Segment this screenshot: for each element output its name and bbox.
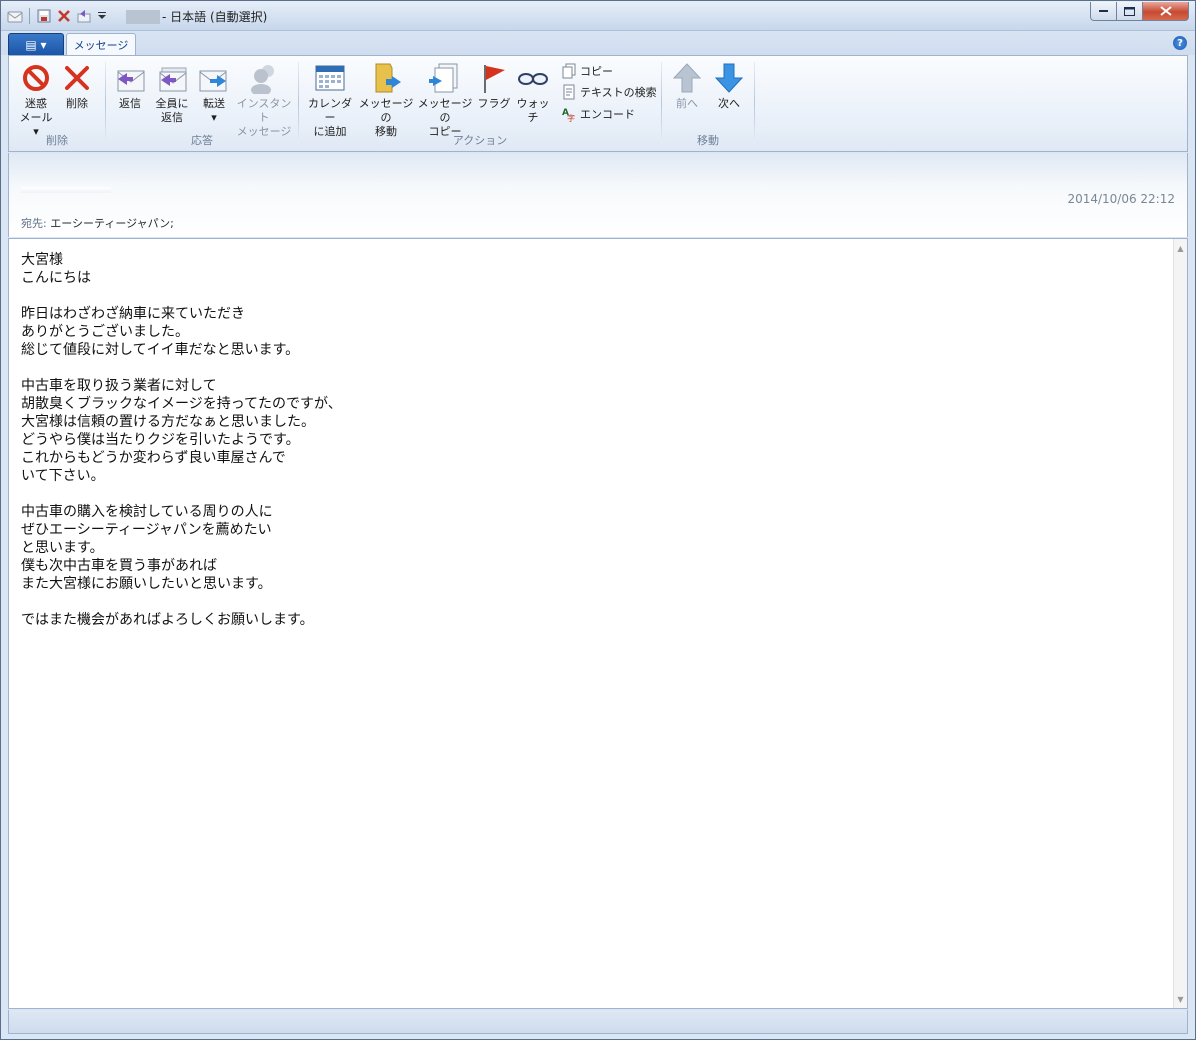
no-entry-icon [20,62,52,94]
red-flag-icon [478,62,510,94]
window-title: - 日本語 (自動選択) [126,8,267,25]
message-date: 2014/10/06 22:12 [1067,192,1175,206]
copy-message-button[interactable]: メッセージの コピー [416,62,474,139]
group-label-actions: アクション [452,134,508,147]
window-controls [1090,2,1189,21]
copy-message-icon [429,62,461,94]
quick-access-toolbar [7,6,112,26]
message-body[interactable]: 大宮様 こんにちは 昨日はわざわざ納車に来ていただき ありがとうございました。 … [8,238,1188,1009]
previous-button[interactable]: 前へ [670,62,704,111]
ribbon: 迷惑 メール ▾ 削除 削除 返信 全員に 返信 転送 ▾ インスタント メッセ… [8,55,1188,152]
encode-button[interactable]: A字 エンコード [561,106,635,122]
instant-message-button[interactable]: インスタント メッセージ [234,62,294,139]
ribbon-tab-strip: ▤ ▾ メッセージ ? [1,31,1195,56]
to-value[interactable]: エーシーティージャパン; [50,217,174,230]
watch-button[interactable]: ウォッチ [513,62,553,125]
group-navigate: 前へ 次へ 移動 [662,56,754,151]
scroll-up-icon[interactable]: ▲ [1174,241,1187,255]
calendar-icon [314,62,346,94]
scroll-down-icon[interactable]: ▼ [1174,992,1187,1006]
copy-icon [561,63,577,79]
glasses-icon [517,62,549,94]
app-menu-glyph: ▤ ▾ [25,37,47,52]
group-actions: カレンダー に追加 メッセージの 移動 メッセージの コピー フラグ ウォッチ … [299,56,661,151]
people-icon [248,62,280,94]
delete-icon[interactable] [56,8,72,24]
message-body-text: 大宮様 こんにちは 昨日はわざわざ納車に来ていただき ありがとうございました。 … [21,252,342,628]
svg-text:字: 字 [567,113,575,122]
group-label-respond: 応答 [191,134,213,147]
reply-envelope-icon [114,62,146,94]
folder-move-icon [370,62,402,94]
add-to-calendar-button[interactable]: カレンダー に追加 [303,62,357,139]
group-label-delete: 削除 [46,134,68,147]
junk-mail-button[interactable]: 迷惑 メール ▾ [15,62,57,139]
delete-button[interactable]: 削除 [59,62,95,111]
reply-all-envelope-icon [156,62,188,94]
help-icon[interactable]: ? [1173,36,1187,50]
document-icon [561,84,577,100]
maximize-button[interactable] [1117,2,1143,21]
copy-button[interactable]: コピー [561,63,613,79]
sender-redacted [21,187,111,193]
recipient-line: 宛先: エーシーティージャパン; [21,215,174,231]
flag-button[interactable]: フラグ [477,62,511,111]
message-header: 2014/10/06 22:12 宛先: エーシーティージャパン; [8,153,1188,237]
mail-app-icon[interactable] [7,8,23,24]
save-icon[interactable] [36,8,52,24]
reply-icon[interactable] [76,8,92,24]
app-menu-button[interactable]: ▤ ▾ [8,33,64,55]
forward-envelope-icon [198,62,230,94]
forward-button[interactable]: 転送 ▾ [196,62,232,125]
move-message-button[interactable]: メッセージの 移動 [357,62,415,139]
window-title-label: - 日本語 (自動選択) [162,10,268,24]
mail-window: - 日本語 (自動選択) ▤ ▾ メッセージ ? 迷惑 メール ▾ 削除 削除 … [0,0,1196,1040]
title-bar: - 日本語 (自動選択) [1,1,1195,31]
status-bar [8,1010,1188,1034]
arrow-down-icon [713,62,745,94]
vertical-scrollbar[interactable]: ▲ ▼ [1173,239,1187,1008]
close-button[interactable] [1143,2,1189,21]
group-respond: 返信 全員に 返信 転送 ▾ インスタント メッセージ 応答 [106,56,298,151]
encode-icon: A字 [561,106,577,122]
tab-message-label: メッセージ [73,39,129,52]
group-label-navigate: 移動 [697,134,719,147]
to-label: 宛先: [21,217,47,230]
chevron-down-icon[interactable] [96,8,112,24]
red-x-icon [61,62,93,94]
reply-button[interactable]: 返信 [112,62,148,111]
next-button[interactable]: 次へ [712,62,746,111]
find-text-button[interactable]: テキストの検索 [561,84,657,100]
arrow-up-icon [671,62,703,94]
minimize-button[interactable] [1090,2,1117,21]
tab-message[interactable]: メッセージ [66,33,136,56]
group-delete: 迷惑 メール ▾ 削除 削除 [9,56,105,151]
reply-all-button[interactable]: 全員に 返信 [152,62,192,125]
